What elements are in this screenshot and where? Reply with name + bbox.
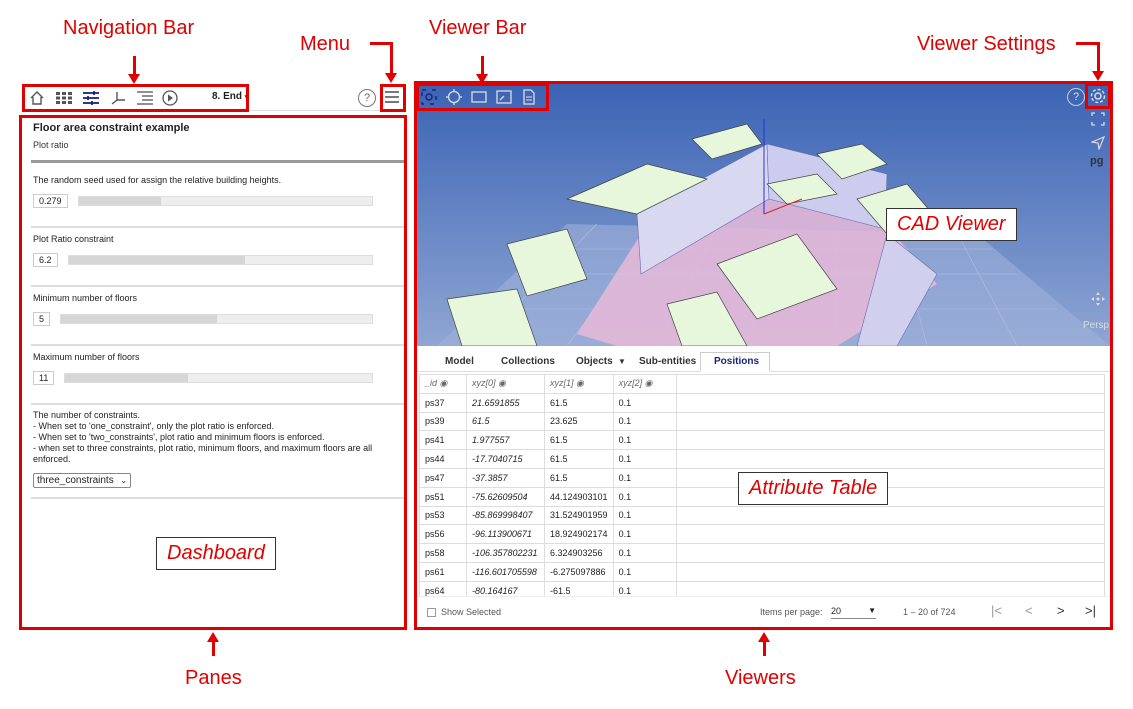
annotation-cad-viewer: CAD Viewer (886, 208, 1017, 241)
arrow-head (1092, 71, 1104, 81)
arrow (390, 42, 393, 74)
help-icon[interactable]: ? (358, 89, 376, 107)
annotation-dashboard: Dashboard (156, 537, 276, 570)
annotation-viewers: Viewers (725, 667, 796, 689)
viewers-outline (414, 81, 1113, 630)
arrow (763, 640, 766, 656)
annotation-viewer-bar: Viewer Bar (429, 17, 527, 39)
annotation-viewer-settings: Viewer Settings (917, 33, 1056, 55)
annotation-menu: Menu (300, 33, 351, 55)
annotation-navigation-bar: Navigation Bar (63, 17, 195, 39)
arrow (481, 56, 484, 76)
navigation-bar-outline (22, 84, 249, 112)
annotation-panes: Panes (185, 667, 242, 689)
arrow (212, 640, 215, 656)
menu-outline (380, 84, 406, 112)
arrow-head (476, 74, 488, 84)
viewer-settings-outline (1085, 83, 1111, 109)
arrow (370, 42, 392, 45)
viewer-bar-outline (416, 83, 549, 111)
arrow (1097, 42, 1100, 72)
arrow-head (385, 73, 397, 83)
arrow (133, 56, 136, 76)
annotation-attribute-table: Attribute Table (738, 472, 889, 505)
arrow-head (128, 74, 140, 84)
